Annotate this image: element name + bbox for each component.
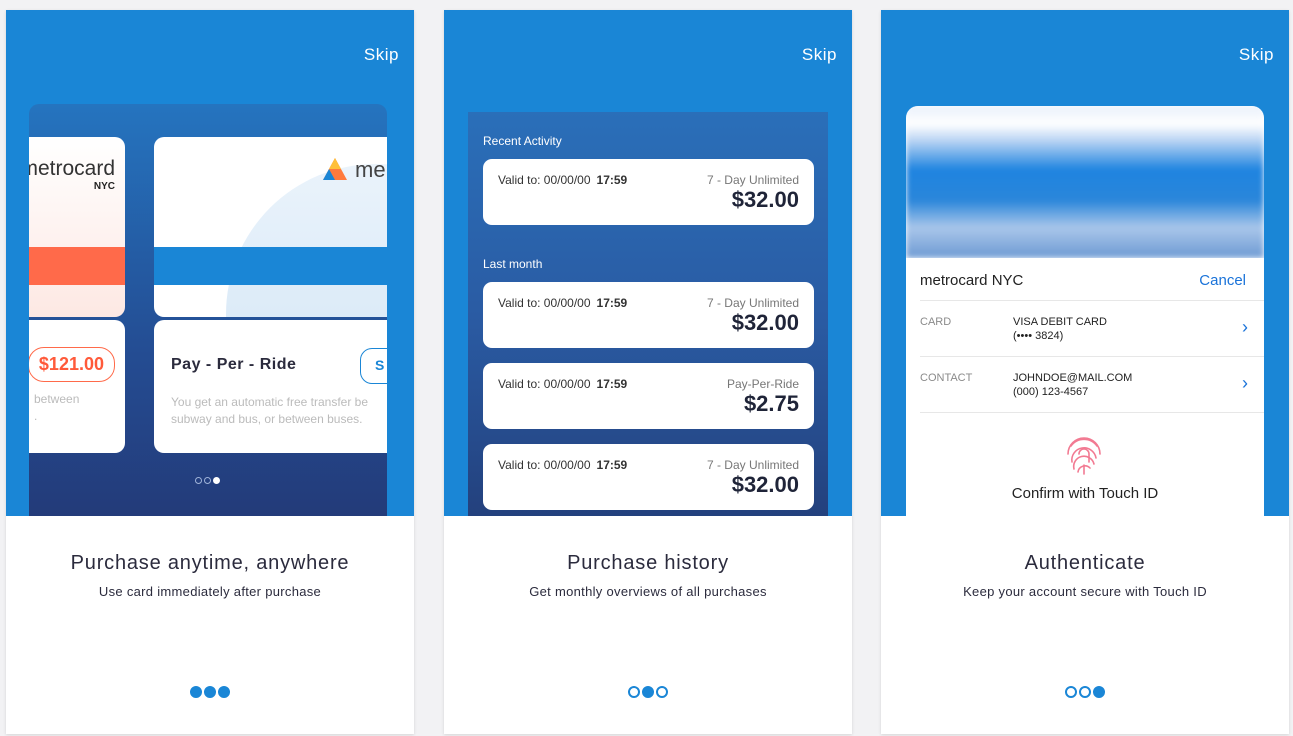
indicator-dot [204, 477, 211, 484]
plan-description: between . [34, 391, 79, 425]
card-row[interactable]: CARD VISA DEBIT CARD (•••• 3824) › [920, 300, 1264, 357]
page-dot[interactable] [1079, 686, 1091, 698]
card-decoration [226, 164, 387, 317]
fare-type: 7 - Day Unlimited [706, 296, 799, 310]
card-number: (•••• 3824) [1013, 330, 1064, 342]
valid-date: Valid to: 00/00/00 17:59 [498, 377, 627, 391]
panel-hero: Skip metrocard NYC Cancel CARD VISA DEBI… [881, 10, 1289, 516]
page-dot-active[interactable] [1093, 686, 1105, 698]
card-stripe [154, 247, 387, 285]
page-dot-active[interactable] [642, 686, 654, 698]
valid-date-text: Valid to: 00/00/00 [498, 296, 591, 310]
panel-hero: Skip metrocard NYC $121.00 between . me … [6, 10, 414, 516]
valid-date: Valid to: 00/00/00 17:59 [498, 458, 627, 472]
card-stripe [29, 247, 125, 285]
panel-title: Purchase history [567, 552, 729, 574]
page-indicator [881, 686, 1289, 698]
cancel-button[interactable]: Cancel [1199, 272, 1246, 289]
plan-description-line: subway and bus, or between buses. [171, 412, 363, 426]
valid-date: Valid to: 00/00/00 17:59 [498, 173, 627, 187]
skip-button[interactable]: Skip [1239, 45, 1274, 65]
metrocard-card-front: me [154, 137, 387, 317]
fare-type: Pay-Per-Ride [726, 377, 799, 391]
onboarding-panel-authenticate: Skip metrocard NYC Cancel CARD VISA DEBI… [881, 10, 1289, 734]
activity-row[interactable]: Valid to: 00/00/00 17:59 7 - Day Unlimite… [483, 444, 814, 510]
touch-id-label: Confirm with Touch ID [1011, 485, 1159, 502]
contact-phone: (000) 123-4567 [1013, 386, 1089, 398]
panel-hero: Skip Recent Activity Valid to: 00/00/00 1… [444, 10, 852, 516]
panel-subtitle: Get monthly overviews of all purchases [529, 584, 767, 599]
unlimited-plan-card: $121.00 between . [29, 320, 125, 453]
history-mockup: Recent Activity Valid to: 00/00/00 17:59 … [468, 112, 828, 516]
card-carousel-mockup: metrocard NYC $121.00 between . me Pay -… [29, 104, 387, 516]
valid-date-text: Valid to: 00/00/00 [498, 173, 591, 187]
metrocard-logo-icon [323, 158, 347, 180]
price-button[interactable]: $121.00 [29, 347, 115, 382]
valid-date-text: Valid to: 00/00/00 [498, 377, 591, 391]
select-plan-button[interactable]: S [360, 348, 387, 384]
plan-title: Pay - Per - Ride [171, 356, 297, 373]
plan-description-line: You get an automatic free transfer be [171, 395, 369, 409]
amount: $32.00 [731, 472, 799, 497]
fare-type: 7 - Day Unlimited [706, 458, 799, 472]
activity-row[interactable]: Valid to: 00/00/00 17:59 7 - Day Unlimite… [483, 282, 814, 348]
skip-button[interactable]: Skip [802, 45, 837, 65]
apple-pay-sheet-mockup: metrocard NYC Cancel CARD VISA DEBIT CAR… [906, 106, 1264, 516]
card-label: CARD [920, 316, 952, 328]
brand-sub: NYC [93, 181, 115, 192]
valid-time: 17:59 [596, 377, 628, 391]
amount: $32.00 [731, 310, 799, 335]
page-dot-active[interactable] [190, 686, 202, 698]
payment-sheet: metrocard NYC Cancel CARD VISA DEBIT CAR… [906, 258, 1264, 516]
brand-name: metrocard [29, 157, 115, 180]
merchant-name: metrocard NYC [920, 272, 1024, 289]
indicator-dot [195, 477, 202, 484]
metrocard-card: metrocard NYC [29, 137, 125, 317]
page-dot[interactable] [656, 686, 668, 698]
valid-date-text: Valid to: 00/00/00 [498, 458, 591, 472]
page-dot[interactable] [628, 686, 640, 698]
page-dot[interactable] [204, 686, 216, 698]
plan-description-line: . [34, 409, 38, 423]
fare-type: 7 - Day Unlimited [706, 173, 799, 187]
select-plan-label: S [375, 357, 385, 373]
skip-button[interactable]: Skip [364, 45, 399, 65]
panel-title: Purchase anytime, anywhere [70, 552, 350, 574]
recent-activity-heading: Recent Activity [483, 134, 562, 148]
card-name: VISA DEBIT CARD [1013, 316, 1107, 328]
last-month-heading: Last month [483, 257, 543, 271]
contact-row[interactable]: CONTACT JOHNDOE@MAIL.COM (000) 123-4567 … [920, 356, 1264, 413]
plan-description-line: between [34, 392, 80, 406]
panel-subtitle: Use card immediately after purchase [98, 584, 322, 599]
activity-row[interactable]: Valid to: 00/00/00 17:59 Pay-Per-Ride $2.… [483, 363, 814, 429]
panel-subtitle: Keep your account secure with Touch ID [963, 584, 1207, 599]
valid-time: 17:59 [596, 296, 628, 310]
plan-description: You get an automatic free transfer be su… [171, 394, 387, 428]
page-indicator [444, 686, 852, 698]
indicator-dot-active [213, 477, 220, 484]
amount: $32.00 [731, 187, 799, 212]
page-dot[interactable] [1065, 686, 1077, 698]
valid-date: Valid to: 00/00/00 17:59 [498, 296, 627, 310]
fingerprint-icon[interactable] [1062, 432, 1106, 476]
page-indicator [6, 686, 414, 698]
valid-time: 17:59 [596, 458, 628, 472]
carousel-indicator [195, 477, 220, 484]
onboarding-panel-history: Skip Recent Activity Valid to: 00/00/00 1… [444, 10, 852, 734]
pay-per-ride-plan-card: Pay - Per - Ride S You get an automatic … [154, 320, 387, 453]
blurred-background [906, 106, 1264, 258]
panel-title: Authenticate [1024, 552, 1146, 574]
chevron-right-icon: › [1242, 373, 1248, 393]
contact-email: JOHNDOE@MAIL.COM [1013, 372, 1133, 384]
onboarding-panel-purchase: Skip metrocard NYC $121.00 between . me … [6, 10, 414, 734]
activity-row[interactable]: Valid to: 00/00/00 17:59 7 - Day Unlimite… [483, 159, 814, 225]
valid-time: 17:59 [596, 173, 628, 187]
amount: $2.75 [743, 391, 799, 416]
chevron-right-icon: › [1242, 317, 1248, 337]
contact-label: CONTACT [920, 372, 973, 384]
brand-name: me [355, 157, 386, 182]
page-dot[interactable] [218, 686, 230, 698]
divider [920, 412, 1264, 413]
